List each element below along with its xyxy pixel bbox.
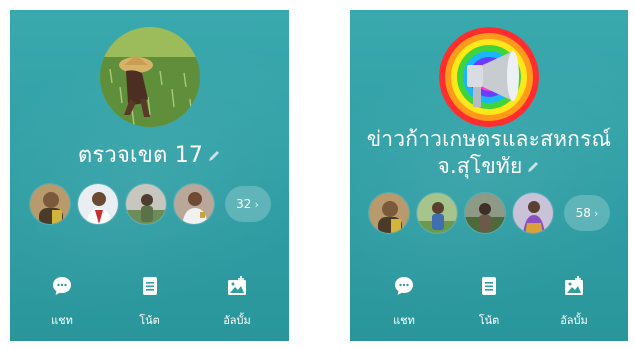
member-avatar[interactable]	[76, 183, 119, 225]
chat-label: แชท	[51, 314, 73, 327]
chat-bubble-icon	[53, 277, 71, 295]
group-name-text: ตรวจเขต 17	[77, 143, 204, 168]
album-button[interactable]: อัลบั้ม	[544, 271, 604, 341]
album-label: อัลบั้ม	[223, 314, 251, 327]
rainbow-megaphone-image	[439, 27, 539, 127]
chat-label: แชท	[393, 314, 415, 327]
chevron-right-icon: ›	[593, 206, 599, 220]
chat-button[interactable]: แชท	[374, 271, 434, 341]
group-profile-panel: ข่าวก้าวเกษตรและสหกรณ์ จ.สุโขทัย 58 › แชท…	[350, 10, 628, 341]
chat-bubble-icon	[395, 277, 413, 295]
note-button[interactable]: โน้ต	[120, 271, 180, 341]
more-members-count: 32	[236, 197, 252, 211]
album-icon	[565, 276, 583, 295]
note-icon	[482, 277, 496, 295]
pencil-edit-icon[interactable]	[207, 149, 221, 163]
member-avatar[interactable]	[464, 192, 506, 234]
action-bar: แชท โน้ต อัลบั้ม	[10, 271, 289, 341]
member-avatars: 58 ›	[350, 192, 628, 234]
group-cover-photo[interactable]	[99, 27, 200, 127]
album-label: อัลบั้ม	[560, 314, 588, 327]
member-avatars: 32 ›	[10, 183, 289, 225]
member-avatar[interactable]	[124, 183, 167, 225]
group-name: ตรวจเขต 17	[10, 142, 289, 170]
note-icon	[142, 277, 157, 295]
member-avatar[interactable]	[172, 183, 215, 225]
action-bar: แชท โน้ต อัลบั้ม	[350, 271, 628, 341]
more-members-button[interactable]: 58 ›	[564, 195, 610, 231]
note-button[interactable]: โน้ต	[459, 271, 519, 341]
chevron-right-icon: ›	[254, 197, 259, 211]
group-name: ข่าวก้าวเกษตรและสหกรณ์ จ.สุโขทัย	[350, 126, 628, 180]
group-cover-photo[interactable]	[439, 27, 539, 127]
chat-button[interactable]: แชท	[32, 271, 92, 341]
album-button[interactable]: อัลบั้ม	[207, 271, 267, 341]
member-avatar[interactable]	[512, 192, 554, 234]
album-icon	[228, 276, 246, 295]
note-label: โน้ต	[139, 314, 160, 327]
member-avatar[interactable]	[368, 192, 410, 234]
member-avatar[interactable]	[416, 192, 458, 234]
member-avatar[interactable]	[28, 183, 71, 225]
group-name-text: ข่าวก้าวเกษตรและสหกรณ์ จ.สุโขทัย	[366, 127, 612, 178]
group-profile-panel: ตรวจเขต 17 32 › แชท โน้ต อัลบั้ม	[10, 10, 289, 341]
more-members-button[interactable]: 32 ›	[224, 186, 271, 222]
farmer-rice-field-image	[99, 27, 200, 127]
note-label: โน้ต	[478, 314, 500, 327]
pencil-edit-icon[interactable]	[526, 160, 540, 174]
more-members-count: 58	[575, 206, 591, 220]
